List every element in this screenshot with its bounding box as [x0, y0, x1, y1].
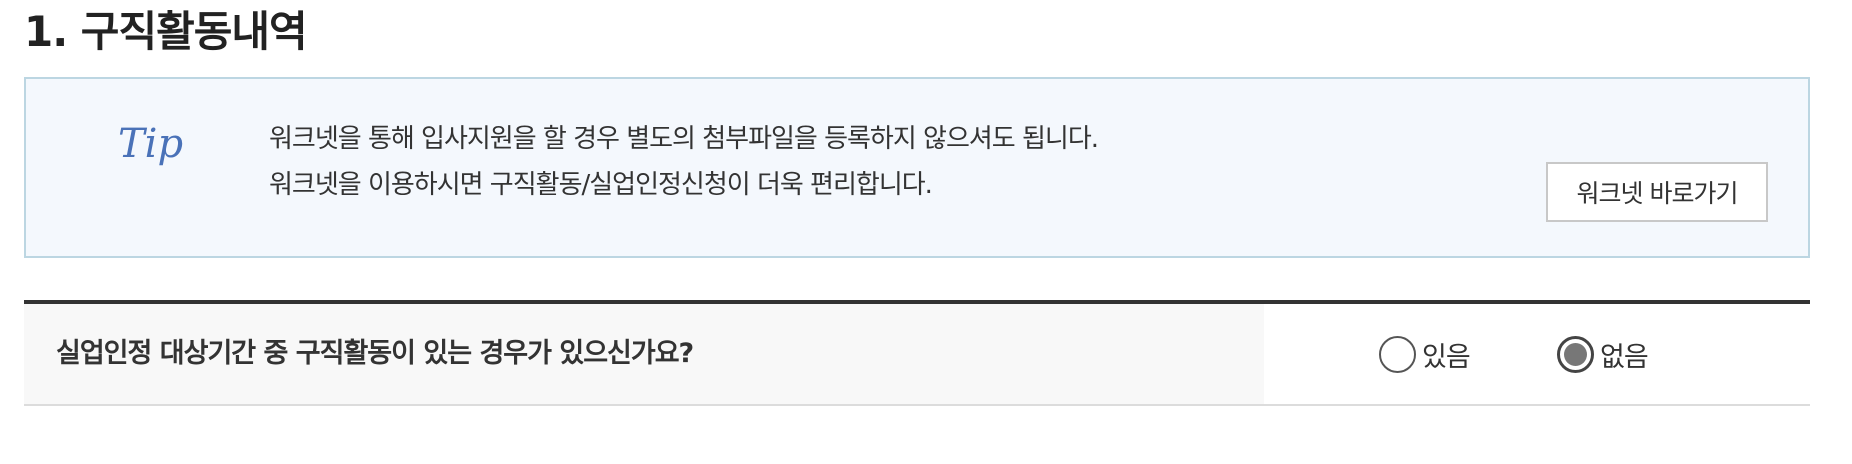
question-text: 실업인정 대상기간 중 구직활동이 있는 경우가 있으신가요? [56, 338, 694, 369]
question-row: 실업인정 대상기간 중 구직활동이 있는 경우가 있으신가요? 있음 없음 [24, 300, 1810, 406]
tip-icon: Tip [118, 121, 183, 167]
radio-button-no[interactable] [1557, 335, 1594, 373]
radio-button-yes[interactable] [1379, 335, 1416, 373]
radio-label-yes: 있음 [1422, 341, 1471, 373]
svg-text:Tip: Tip [118, 121, 183, 167]
section-title: 1. 구직활동내역 [24, 7, 308, 56]
worknet-shortcut-button[interactable]: 워크넷 바로가기 [1546, 162, 1768, 222]
question-cell: 실업인정 대상기간 중 구직활동이 있는 경우가 있으신가요? [24, 304, 1264, 404]
tip-message-line-1: 워크넷을 통해 입사지원을 할 경우 별도의 첨부파일을 등록하지 않으셔도 됩… [269, 124, 1099, 154]
radio-option-no[interactable]: 없음 [1557, 334, 1649, 374]
radio-option-yes[interactable]: 있음 [1379, 334, 1471, 374]
tip-box: Tip 워크넷을 통해 입사지원을 할 경우 별도의 첨부파일을 등록하지 않으… [24, 77, 1810, 258]
radio-label-no: 없음 [1600, 341, 1649, 373]
tip-message-line-2: 워크넷을 이용하시면 구직활동/실업인정신청이 더욱 편리합니다. [269, 170, 933, 200]
radio-selected-dot [1564, 342, 1587, 366]
